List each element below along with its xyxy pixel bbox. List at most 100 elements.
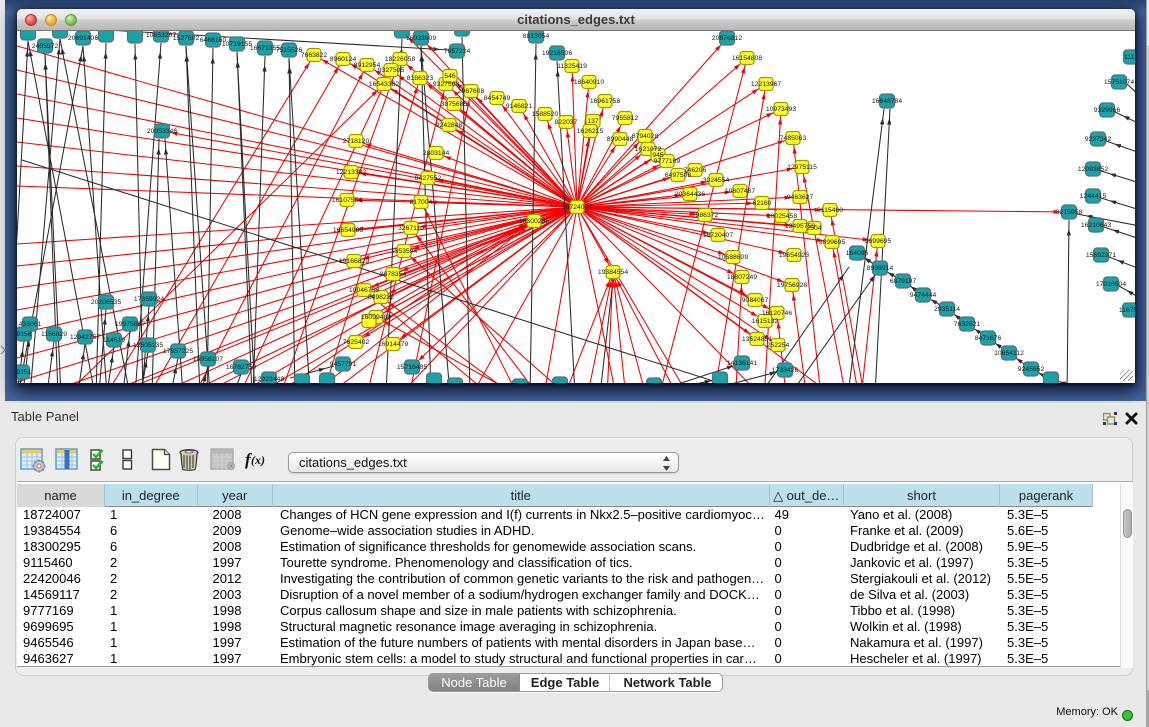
svg-text:18226058: 18226058 <box>385 56 415 63</box>
svg-text:116753: 116753 <box>1119 307 1135 314</box>
svg-text:7857224: 7857224 <box>444 48 471 55</box>
svg-text:16543362: 16543362 <box>369 81 399 88</box>
svg-text:16120746: 16120746 <box>762 310 792 317</box>
svg-text:18300295: 18300295 <box>519 218 549 225</box>
svg-text:12213382: 12213382 <box>336 169 366 176</box>
svg-text:10654112: 10654112 <box>994 350 1024 357</box>
svg-text:16107554: 16107554 <box>332 197 362 204</box>
svg-text:10807487: 10807487 <box>725 188 755 195</box>
svg-text:3215958: 3215958 <box>1056 209 1083 216</box>
svg-text:16033809: 16033809 <box>406 35 436 42</box>
svg-text:7986372: 7986372 <box>692 212 719 219</box>
svg-text:19975887: 19975887 <box>115 321 145 328</box>
svg-text:15751074: 15751074 <box>1104 79 1134 86</box>
svg-text:9327505: 9327505 <box>378 67 405 74</box>
svg-text:12505135: 12505135 <box>133 342 163 349</box>
svg-text:7515526: 7515526 <box>276 47 303 54</box>
svg-text:114519: 114519 <box>103 337 125 344</box>
svg-text:1353594: 1353594 <box>391 248 418 255</box>
svg-text:15716485: 15716485 <box>397 364 427 371</box>
svg-text:3267110: 3267110 <box>398 225 424 232</box>
svg-text:9699695: 9699695 <box>865 238 892 245</box>
svg-text:10653267: 10653267 <box>146 32 176 39</box>
svg-text:7663822: 7663822 <box>301 52 328 59</box>
svg-text:17957225: 17957225 <box>163 348 193 355</box>
svg-text:10688609: 10688609 <box>718 254 748 261</box>
svg-text:(x): (x) <box>251 453 265 467</box>
svg-text:10958107: 10958107 <box>193 356 223 363</box>
svg-text:9084067: 9084067 <box>742 297 769 304</box>
svg-text:17359924: 17359924 <box>134 296 164 303</box>
svg-text:12942757: 12942757 <box>70 334 100 341</box>
svg-text:9146821: 9146821 <box>506 103 533 110</box>
svg-text:9227342: 9227342 <box>1085 136 1112 143</box>
svg-text:9329966: 9329966 <box>1094 107 1121 114</box>
svg-text:19218506: 19218506 <box>542 50 572 57</box>
svg-text:7632621: 7632621 <box>954 321 981 328</box>
svg-text:20206535: 20206535 <box>91 299 121 306</box>
svg-text:8912954: 8912954 <box>354 62 381 69</box>
svg-text:137: 137 <box>587 118 599 125</box>
svg-text:8498222: 8498222 <box>368 294 395 301</box>
svg-text:16914479: 16914479 <box>378 341 408 348</box>
svg-text:2967608: 2967608 <box>458 88 485 95</box>
svg-text:1527602: 1527602 <box>173 35 200 42</box>
svg-text:822037: 822037 <box>555 119 578 126</box>
svg-text:8454749: 8454749 <box>484 95 511 102</box>
svg-text:7955812: 7955812 <box>612 115 639 122</box>
svg-text:12093852: 12093852 <box>1078 166 1108 173</box>
svg-text:20876812: 20876812 <box>712 35 742 42</box>
svg-text:16782759: 16782759 <box>226 364 256 371</box>
svg-text:20053346: 20053346 <box>147 128 177 135</box>
svg-text:1626215: 1626215 <box>577 128 604 135</box>
svg-text:9777169: 9777169 <box>654 158 681 165</box>
svg-text:9115460: 9115460 <box>817 207 843 214</box>
svg-text:15720407: 15720407 <box>703 232 733 239</box>
svg-text:11325419: 11325419 <box>557 63 587 70</box>
svg-text:17016504: 17016504 <box>1096 281 1126 288</box>
svg-text:435061: 435061 <box>19 321 42 328</box>
svg-text:12923448: 12923448 <box>254 376 284 383</box>
svg-text:6497508: 6497508 <box>665 172 692 179</box>
svg-text:9457791: 9457791 <box>330 361 357 368</box>
svg-text:2504: 2504 <box>806 225 821 232</box>
svg-text:9899695: 9899695 <box>819 239 846 246</box>
svg-text:20364436: 20364436 <box>675 191 705 198</box>
svg-text:19654923: 19654923 <box>779 252 809 259</box>
svg-text:16648784: 16648784 <box>872 98 902 105</box>
svg-text:546: 546 <box>444 73 456 80</box>
svg-text:8813054: 8813054 <box>523 33 550 40</box>
svg-text:16099489: 16099489 <box>361 314 391 321</box>
svg-text:12975115: 12975115 <box>787 164 817 171</box>
svg-text:3024554: 3024554 <box>703 177 730 184</box>
svg-text:1615132: 1615132 <box>752 318 779 325</box>
svg-text:19756928: 19756928 <box>777 282 807 289</box>
svg-text:1733426: 1733426 <box>772 367 799 374</box>
svg-text:18724007: 18724007 <box>562 204 592 211</box>
svg-text:2405572: 2405572 <box>32 43 59 50</box>
svg-text:2803144: 2803144 <box>423 150 450 157</box>
svg-text:16210643: 16210643 <box>1081 222 1111 229</box>
svg-text:8990448: 8990448 <box>607 136 634 143</box>
svg-text:9463627: 9463627 <box>787 194 814 201</box>
svg-text:18807249: 18807249 <box>727 274 757 281</box>
svg-text:9327508: 9327508 <box>433 81 460 88</box>
svg-text:9158: 9158 <box>17 331 32 338</box>
svg-text:15692971: 15692971 <box>1086 252 1116 259</box>
svg-text:39151: 39151 <box>17 369 32 376</box>
svg-text:1588520: 1588520 <box>532 111 559 118</box>
svg-text:1156829: 1156829 <box>41 331 67 338</box>
svg-text:10025458: 10025458 <box>767 213 797 220</box>
svg-text:62160: 62160 <box>753 200 772 207</box>
svg-text:8186323: 8186323 <box>407 75 434 82</box>
svg-text:12213967: 12213967 <box>751 81 781 88</box>
svg-text:6879197: 6879197 <box>890 278 917 285</box>
svg-text:16154808: 16154808 <box>732 55 762 62</box>
svg-text:8471676: 8471676 <box>975 335 1002 342</box>
svg-text:817004: 817004 <box>410 199 433 206</box>
svg-text:9242848: 9242848 <box>436 122 463 129</box>
svg-text:1117: 1117 <box>1124 54 1135 61</box>
svg-text:6794028: 6794028 <box>632 133 659 140</box>
svg-text:8938914: 8938914 <box>867 265 894 272</box>
svg-text:10973493: 10973493 <box>766 106 796 113</box>
